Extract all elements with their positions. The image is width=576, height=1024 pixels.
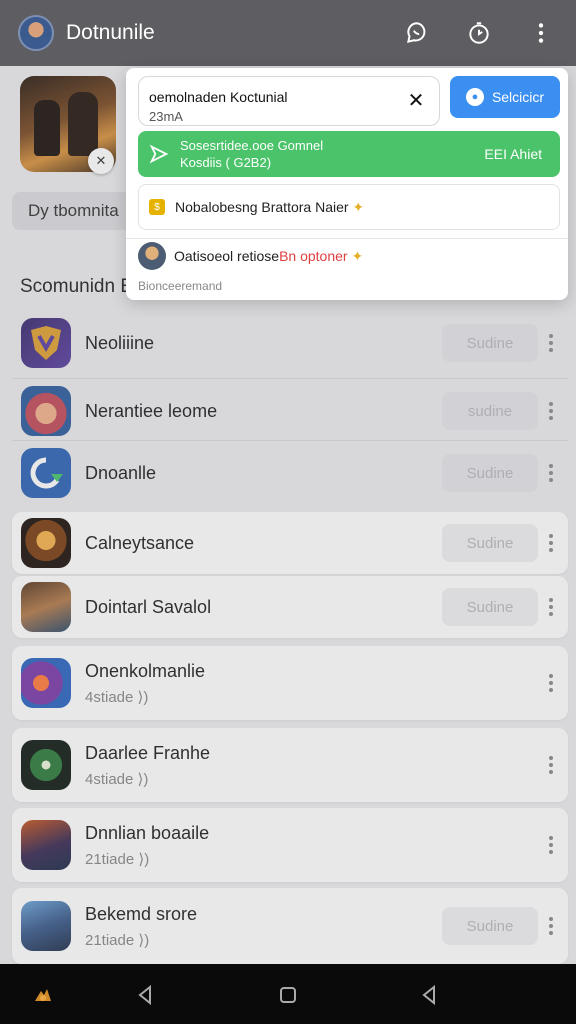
app-name: Nerantiee leome: [85, 400, 218, 421]
app-list-item[interactable]: Calneytsance Sudine: [12, 512, 568, 574]
app-name: Daarlee Franhe: [85, 742, 211, 763]
recent-back-icon[interactable]: [416, 982, 442, 1008]
app-action-button[interactable]: Sudine: [442, 588, 538, 626]
orb-app-icon[interactable]: [21, 740, 71, 790]
divider: [12, 440, 568, 441]
user-text: Oatisoeol retiose: [174, 248, 280, 264]
banner-line-2: Kosdiis ( G2B2): [180, 155, 272, 170]
more-vertical-icon[interactable]: [544, 836, 558, 854]
app-subtitle: 4stiade ⟩): [85, 688, 149, 706]
message-field[interactable]: oemolnaden Koctunial 23mA ✕: [138, 76, 440, 126]
app-subtitle: 4stiade ⟩): [85, 770, 149, 788]
more-vertical-icon[interactable]: [544, 756, 558, 774]
home-app-icon[interactable]: [30, 982, 56, 1008]
close-icon[interactable]: ✕: [405, 89, 427, 112]
field-title: oemolnaden Koctunial: [149, 89, 288, 105]
tools-icon[interactable]: ✕: [88, 148, 114, 174]
badge-icon: ✦: [347, 247, 364, 264]
soldier-app-icon[interactable]: [21, 901, 71, 951]
banner-line-1: Sosesrtidee.ooe Gomnel: [180, 138, 324, 153]
app-list-item[interactable]: Dnnlian boaaile 21tiade ⟩): [12, 808, 568, 882]
hero-figure: [34, 100, 60, 156]
app-info: Dnnlian boaaile 21tiade ⟩): [85, 823, 544, 868]
banner-action[interactable]: EEI Ahiet: [484, 146, 542, 162]
app-subtitle: 21tiade ⟩): [85, 931, 150, 949]
more-vertical-icon[interactable]: [544, 674, 558, 692]
home-square-icon[interactable]: [275, 982, 301, 1008]
send-icon: [149, 144, 169, 164]
app-info: Daarlee Franhe 4stiade ⟩): [85, 743, 544, 788]
notice-row[interactable]: $ Nobalobesng Brattora Naier ✦: [138, 184, 560, 230]
knight-app-icon[interactable]: [21, 820, 71, 870]
more-vertical-icon[interactable]: [544, 598, 558, 616]
hero-figure: [68, 92, 98, 156]
coin-icon: $: [149, 199, 165, 215]
app-name: Bekemd srore: [85, 903, 198, 924]
app-action-button[interactable]: Sudine: [442, 907, 538, 945]
app-action-button[interactable]: Sudine: [442, 454, 538, 492]
status-banner[interactable]: Sosesrtidee.ooe Gomnel Kosdiis ( G2B2) E…: [138, 131, 560, 177]
app-action-button[interactable]: Sudine: [442, 524, 538, 562]
timer-icon[interactable]: [462, 16, 496, 50]
app-info: Onenkolmanlie 4stiade ⟩): [85, 661, 544, 706]
more-vertical-icon[interactable]: [544, 334, 558, 352]
download-app-icon[interactable]: [21, 448, 71, 498]
user-row[interactable]: Oatisoeol retiose Bn optoner ✦: [138, 240, 363, 272]
notification-popup: oemolnaden Koctunial 23mA ✕ ● Selcicicr …: [126, 68, 568, 300]
divider: [12, 378, 568, 379]
shield-app-icon[interactable]: [21, 318, 71, 368]
user-avatar: [138, 242, 166, 270]
system-nav-bar: [0, 964, 576, 1024]
select-button-label: Selcicicr: [491, 89, 545, 105]
app-title: Dotnunile: [66, 21, 155, 44]
app-list-item[interactable]: Onenkolmanlie 4stiade ⟩): [12, 646, 568, 720]
app-name: Neoliiine: [85, 332, 155, 353]
app-info: Nerantiee leome: [85, 401, 442, 422]
more-vertical-icon[interactable]: [544, 534, 558, 552]
app-info: Neoliiine: [85, 333, 442, 354]
app-info: Dnoanlle: [85, 463, 442, 484]
app-list-item[interactable]: Nerantiee leome sudine: [12, 382, 568, 440]
app-name: Calneytsance: [85, 532, 195, 553]
badge-icon: ✦: [348, 198, 365, 215]
divider: [126, 238, 568, 239]
more-vertical-icon[interactable]: [524, 16, 558, 50]
more-vertical-icon[interactable]: [544, 917, 558, 935]
profile-avatar[interactable]: [18, 15, 54, 51]
app-subtitle: 21tiade ⟩): [85, 850, 150, 868]
user-text-highlight: Bn optoner: [279, 248, 348, 264]
chat-bubble-icon[interactable]: [400, 16, 434, 50]
mage-app-icon[interactable]: [21, 658, 71, 708]
app-info: Dointarl Savalol: [85, 597, 442, 618]
app-list-item[interactable]: Dointarl Savalol Sudine: [12, 576, 568, 638]
notice-text: Nobalobesng Brattora Naier: [175, 199, 349, 215]
field-subtitle: 23mA: [149, 109, 183, 124]
hero-app-icon[interactable]: [21, 386, 71, 436]
app-list-item[interactable]: Neoliiine Sudine: [12, 314, 568, 372]
app-info: Calneytsance: [85, 533, 442, 554]
app-list-item[interactable]: Dnoanlle Sudine: [12, 444, 568, 502]
app-info: Bekemd srore 21tiade ⟩): [85, 904, 442, 949]
rogue-app-icon[interactable]: [21, 582, 71, 632]
select-button[interactable]: ● Selcicicr: [450, 76, 560, 118]
app-list-item[interactable]: Daarlee Franhe 4stiade ⟩): [12, 728, 568, 802]
chat-icon: ●: [465, 88, 484, 106]
app-name: Dnnlian boaaile: [85, 822, 210, 843]
more-vertical-icon[interactable]: [544, 402, 558, 420]
app-list-item[interactable]: Bekemd srore 21tiade ⟩) Sudine: [12, 888, 568, 964]
warrior-app-icon[interactable]: [21, 518, 71, 568]
app-name: Onenkolmanlie: [85, 660, 206, 681]
more-vertical-icon[interactable]: [544, 464, 558, 482]
footnote: Bionceeremand: [138, 279, 223, 293]
app-action-button[interactable]: sudine: [442, 392, 538, 430]
back-icon[interactable]: [132, 982, 158, 1008]
section-title: Scomunidn E: [20, 276, 134, 297]
app-action-button[interactable]: Sudine: [442, 324, 538, 362]
app-name: Dointarl Savalol: [85, 596, 212, 617]
app-bar: Dotnunile: [0, 0, 576, 66]
app-name: Dnoanlle: [85, 462, 157, 483]
